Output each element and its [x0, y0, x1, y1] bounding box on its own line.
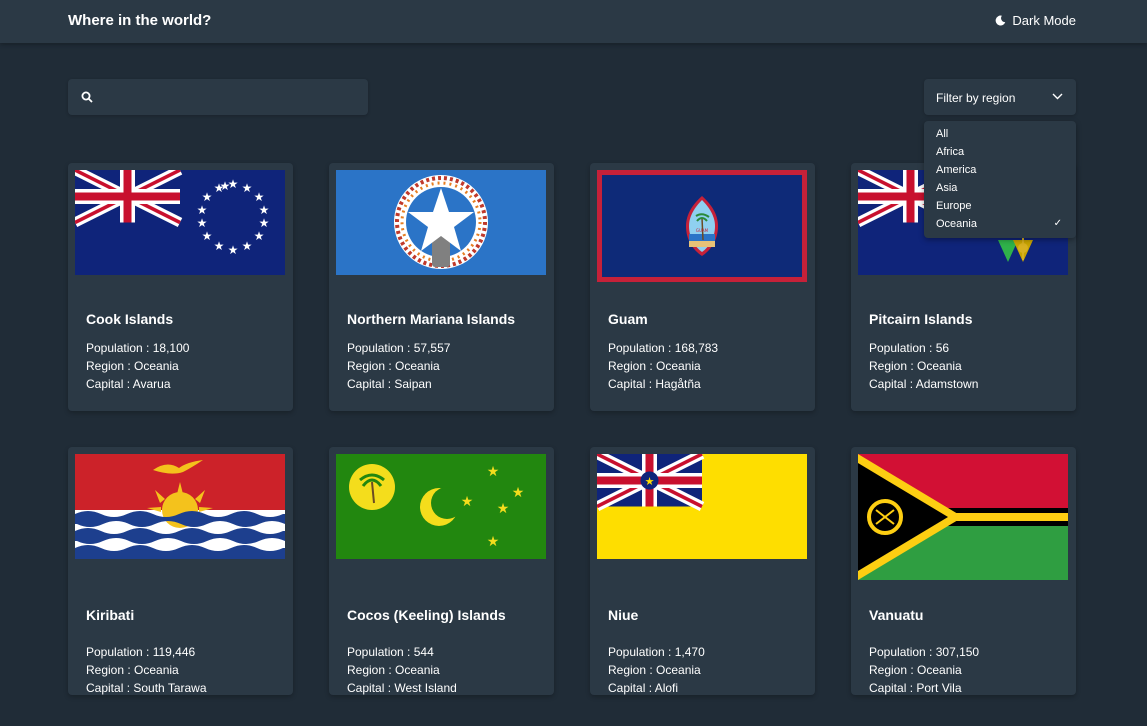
vanuatu-flag: [858, 454, 1068, 580]
region-option-label: Africa: [936, 146, 965, 158]
country-name: Pitcairn Islands: [869, 311, 973, 327]
country-population: Population : 1,470: [608, 645, 705, 659]
kiribati-flag: [75, 454, 285, 559]
country-card-kiribati[interactable]: Kiribati Population : 119,446 Region : O…: [68, 447, 293, 695]
country-name: Vanuatu: [869, 607, 924, 623]
top-navbar: Where in the world? Dark Mode: [0, 0, 1147, 43]
app-title: Where in the world?: [68, 12, 212, 29]
svg-text:★: ★: [202, 229, 213, 243]
country-population: Population : 544: [347, 645, 434, 659]
svg-text:★: ★: [254, 229, 265, 243]
svg-text:★: ★: [645, 475, 655, 488]
country-card-guam[interactable]: GUAM Guam Population : 168,783 Region : …: [590, 163, 815, 411]
country-region: Region : Oceania: [869, 663, 962, 677]
svg-text:★: ★: [259, 203, 270, 217]
region-filter-label: Filter by region: [936, 91, 1016, 105]
svg-text:★: ★: [197, 203, 208, 217]
country-name: Niue: [608, 607, 639, 623]
country-region: Region : Oceania: [608, 663, 701, 677]
region-option-asia[interactable]: Asia: [924, 181, 1076, 199]
search-box[interactable]: [68, 79, 368, 115]
svg-text:★: ★: [242, 181, 253, 195]
chevron-down-icon: [1052, 93, 1063, 100]
region-option-all[interactable]: All: [924, 127, 1076, 145]
cook-islands-flag: ★ ★★★★★★★★★★★★★★: [75, 170, 285, 275]
svg-text:★: ★: [242, 239, 253, 253]
northern-mariana-islands-flag: [336, 170, 546, 275]
niue-flag: ★: [597, 454, 807, 559]
country-capital: Capital : Saipan: [347, 377, 432, 391]
country-population: Population : 168,783: [608, 341, 719, 355]
moon-icon: [996, 15, 1006, 26]
region-dropdown-menu: All Africa America Asia Europe Oceania ✓: [924, 121, 1076, 238]
country-card-vanuatu[interactable]: Vanuatu Population : 307,150 Region : Oc…: [851, 447, 1076, 695]
dark-mode-toggle[interactable]: Dark Mode: [995, 13, 1076, 28]
country-capital: Capital : Avarua: [86, 377, 171, 391]
region-option-europe[interactable]: Europe: [924, 199, 1076, 217]
dark-mode-label: Dark Mode: [1012, 13, 1076, 28]
country-population: Population : 18,100: [86, 341, 190, 355]
svg-text:★: ★: [202, 190, 213, 204]
country-region: Region : Oceania: [869, 359, 962, 373]
country-region: Region : Oceania: [347, 359, 440, 373]
country-region: Region : Oceania: [347, 663, 440, 677]
region-option-africa[interactable]: Africa: [924, 145, 1076, 163]
svg-text:★: ★: [512, 485, 525, 501]
country-card-cook-islands[interactable]: ★ ★ ★ ★ ★ ★ ★ ★ ★ ★ ★ ★ ★ ★ ★ Cook Islands Population …: [68, 163, 293, 411]
country-region: Region : Oceania: [86, 359, 179, 373]
svg-text:★: ★: [487, 464, 500, 480]
country-capital: Capital : Port Vila: [869, 681, 962, 695]
svg-text:★: ★: [220, 179, 231, 193]
country-region: Region : Oceania: [86, 663, 179, 677]
checkmark-icon: ✓: [1053, 218, 1062, 229]
region-option-label: All: [936, 128, 949, 140]
country-name: Cook Islands: [86, 311, 174, 327]
country-capital: Capital : West Island: [347, 681, 457, 695]
country-name: Cocos (Keeling) Islands: [347, 607, 506, 623]
country-capital: Capital : Alofi: [608, 681, 679, 695]
country-population: Population : 119,446: [86, 645, 196, 659]
country-card-niue[interactable]: ★ Niue Population : 1,470 Region : Ocean…: [590, 447, 815, 695]
region-option-label: Asia: [936, 182, 958, 194]
svg-text:★: ★: [259, 216, 270, 230]
guam-flag: GUAM: [597, 170, 807, 282]
country-card-northern-mariana-islands[interactable]: Northern Mariana Islands Population : 57…: [329, 163, 554, 411]
search-icon: [81, 91, 93, 103]
svg-text:★: ★: [487, 534, 500, 550]
svg-text:★: ★: [228, 243, 239, 257]
country-card-cocos-keeling-islands[interactable]: ★ ★ ★ ★ ★ Cocos (Keeling) Islands Population…: [329, 447, 554, 695]
search-input[interactable]: [108, 79, 358, 115]
country-population: Population : 56: [869, 341, 950, 355]
region-filter-select[interactable]: Filter by region: [924, 79, 1076, 115]
country-capital: Capital : Adamstown: [869, 377, 979, 391]
region-option-oceania[interactable]: Oceania ✓: [924, 217, 1076, 235]
region-option-label: America: [936, 164, 977, 176]
region-option-label: Oceania: [936, 218, 977, 230]
country-capital: Capital : South Tarawa: [86, 681, 207, 695]
country-name: Guam: [608, 311, 648, 327]
region-option-america[interactable]: America: [924, 163, 1076, 181]
svg-text:★: ★: [254, 190, 265, 204]
svg-text:★: ★: [461, 494, 474, 510]
country-population: Population : 307,150: [869, 645, 980, 659]
country-population: Population : 57,557: [347, 341, 451, 355]
region-option-label: Europe: [936, 200, 972, 212]
country-region: Region : Oceania: [608, 359, 701, 373]
country-name: Kiribati: [86, 607, 135, 623]
svg-text:★: ★: [497, 501, 510, 517]
country-name: Northern Mariana Islands: [347, 311, 516, 327]
svg-text:★: ★: [214, 239, 225, 253]
cocos-keeling-islands-flag: ★★★ ★★: [336, 454, 546, 559]
country-capital: Capital : Hagåtña: [608, 377, 701, 391]
svg-text:★: ★: [197, 216, 208, 230]
svg-text:GUAM: GUAM: [696, 228, 709, 233]
